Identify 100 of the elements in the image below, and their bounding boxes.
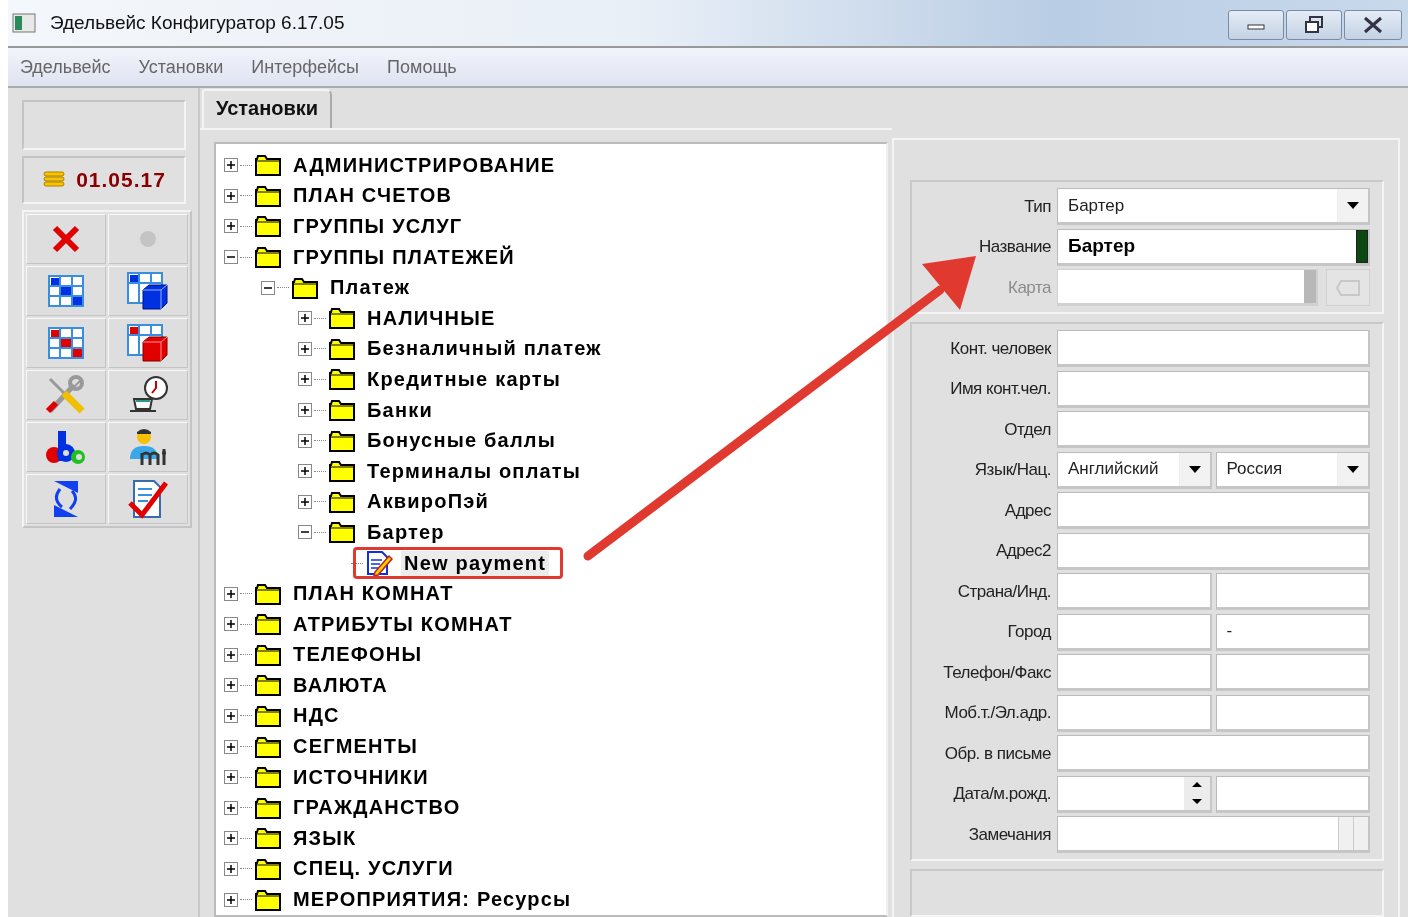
expand-box[interactable] (224, 800, 238, 815)
collapse-box[interactable] (261, 280, 275, 295)
tree-item[interactable]: ПЛАН КОМНАТ (290, 581, 457, 607)
expand-box[interactable] (298, 494, 312, 509)
grid-cube-button[interactable] (108, 318, 188, 368)
dropdown[interactable]: Бартер (1057, 188, 1370, 225)
menu-item[interactable]: Помощь (387, 56, 457, 78)
text-field[interactable] (1057, 532, 1370, 570)
grid-cube-button[interactable] (108, 266, 188, 316)
expand-box[interactable] (224, 647, 238, 662)
expand-box[interactable] (224, 219, 238, 234)
tree-item[interactable]: СЕГМЕНТЫ (290, 734, 421, 760)
expand-box[interactable] (224, 678, 238, 693)
menu-item[interactable]: Эдельвейс (20, 56, 111, 78)
expand-box[interactable] (298, 403, 312, 418)
field-label: Страна/Инд. (956, 581, 1052, 602)
text-field[interactable] (1057, 573, 1212, 610)
card-field[interactable] (1057, 269, 1318, 306)
tree-item[interactable]: ГРУППЫ ПЛАТЕЖЕЙ (290, 244, 518, 270)
tree-item[interactable]: НДС (290, 703, 343, 729)
folder-icon (254, 612, 282, 637)
text-field[interactable] (1057, 735, 1370, 772)
work-date: 01.05.17 (76, 168, 166, 192)
delete-button[interactable] (26, 214, 106, 264)
spin-field[interactable] (1057, 775, 1212, 813)
collapse-box[interactable] (298, 525, 312, 540)
tree-item[interactable]: АТРИБУТЫ КОМНАТ (290, 611, 516, 637)
field-label: Название (978, 237, 1052, 257)
expand-box[interactable] (298, 311, 312, 326)
text-field[interactable] (1215, 775, 1370, 813)
tab[interactable]: Установки (202, 89, 333, 128)
tree-item[interactable]: АквироПэй (364, 489, 492, 515)
expand-box[interactable] (224, 709, 238, 723)
tree-item[interactable]: ИСТОЧНИКИ (290, 764, 432, 790)
dropdown[interactable]: Английский (1057, 451, 1212, 489)
text-field[interactable] (1057, 330, 1370, 367)
expand-box[interactable] (224, 861, 238, 876)
text-field[interactable] (1057, 370, 1370, 408)
tree-item[interactable]: Бартер (364, 519, 448, 545)
tree-item[interactable]: НАЛИЧНЫЕ (364, 305, 499, 331)
text-field[interactable] (1215, 573, 1370, 610)
expand-box[interactable] (224, 617, 238, 632)
tree-item[interactable]: New payment (401, 550, 550, 576)
tree-item[interactable]: ТЕЛЕФОНЫ (290, 642, 426, 668)
folder-icon (328, 367, 356, 392)
folder-icon (254, 704, 282, 728)
text-field[interactable] (1215, 654, 1370, 691)
name-field[interactable]: Бартер (1057, 228, 1370, 266)
field-label: Замечания (967, 824, 1052, 845)
tree-item[interactable]: Безналичный платеж (364, 336, 605, 362)
expand-box[interactable] (224, 770, 238, 785)
grid-button[interactable] (26, 318, 106, 368)
collapse-box[interactable] (224, 250, 238, 265)
tree-item[interactable]: ПЛАН СЧЕТОВ (290, 183, 456, 209)
folder-icon (254, 887, 282, 912)
checklist-button[interactable] (108, 474, 188, 524)
expand-box[interactable] (298, 341, 312, 356)
notes-field[interactable] (1057, 816, 1370, 853)
refresh-button[interactable] (26, 474, 106, 524)
tree-item[interactable]: СПЕЦ. УСЛУГИ (290, 856, 457, 882)
expand-box[interactable] (298, 372, 312, 387)
expand-box[interactable] (298, 433, 312, 448)
expand-box[interactable] (298, 464, 312, 479)
tree-item[interactable]: Терминалы оплаты (364, 458, 585, 484)
close-button[interactable] (1344, 10, 1402, 40)
text-field[interactable] (1057, 694, 1212, 732)
folder-icon (254, 183, 282, 208)
menu-item[interactable]: Интерфейсы (251, 56, 360, 78)
folder-icon (254, 795, 282, 820)
tree-item[interactable]: Банки (364, 397, 436, 423)
folder-icon (328, 336, 356, 361)
text-field[interactable] (1057, 492, 1370, 529)
tree-item[interactable]: ГРАЖДАНСТВО (290, 795, 464, 821)
dropdown[interactable]: Россия (1215, 451, 1370, 489)
text-field[interactable] (1215, 694, 1370, 732)
tree-item[interactable]: ГРУППЫ УСЛУГ (290, 214, 466, 239)
tree-item[interactable]: Бонусные баллы (364, 428, 560, 454)
menu-item[interactable]: Установки (138, 56, 224, 78)
expand-box[interactable] (224, 892, 238, 907)
tree-item[interactable]: МЕРОПРИЯТИЯ: Ресурсы (290, 887, 575, 913)
expand-box[interactable] (224, 158, 238, 173)
person-button[interactable] (108, 422, 188, 472)
folder-icon (254, 826, 282, 851)
letters-button[interactable] (26, 422, 106, 472)
text-field[interactable] (1057, 654, 1212, 691)
text-field[interactable] (1057, 613, 1212, 651)
break-button[interactable] (108, 370, 188, 420)
tree-item[interactable]: Платеж (327, 275, 414, 301)
maximize-button[interactable] (1286, 10, 1342, 40)
expand-box[interactable] (224, 831, 238, 846)
text-field[interactable] (1057, 411, 1370, 448)
tree-item[interactable]: ЯЗЫК (290, 825, 360, 851)
grid-button[interactable] (26, 266, 106, 316)
text-field[interactable]: - (1215, 613, 1370, 651)
tree-item[interactable]: Кредитные карты (364, 366, 565, 392)
tree-item[interactable]: ВАЛЮТА (290, 672, 391, 698)
expand-box[interactable] (224, 586, 238, 601)
expand-box[interactable] (224, 188, 238, 203)
expand-box[interactable] (224, 739, 238, 754)
tree-item[interactable]: АДМИНИСТРИРОВАНИЕ (290, 152, 559, 178)
